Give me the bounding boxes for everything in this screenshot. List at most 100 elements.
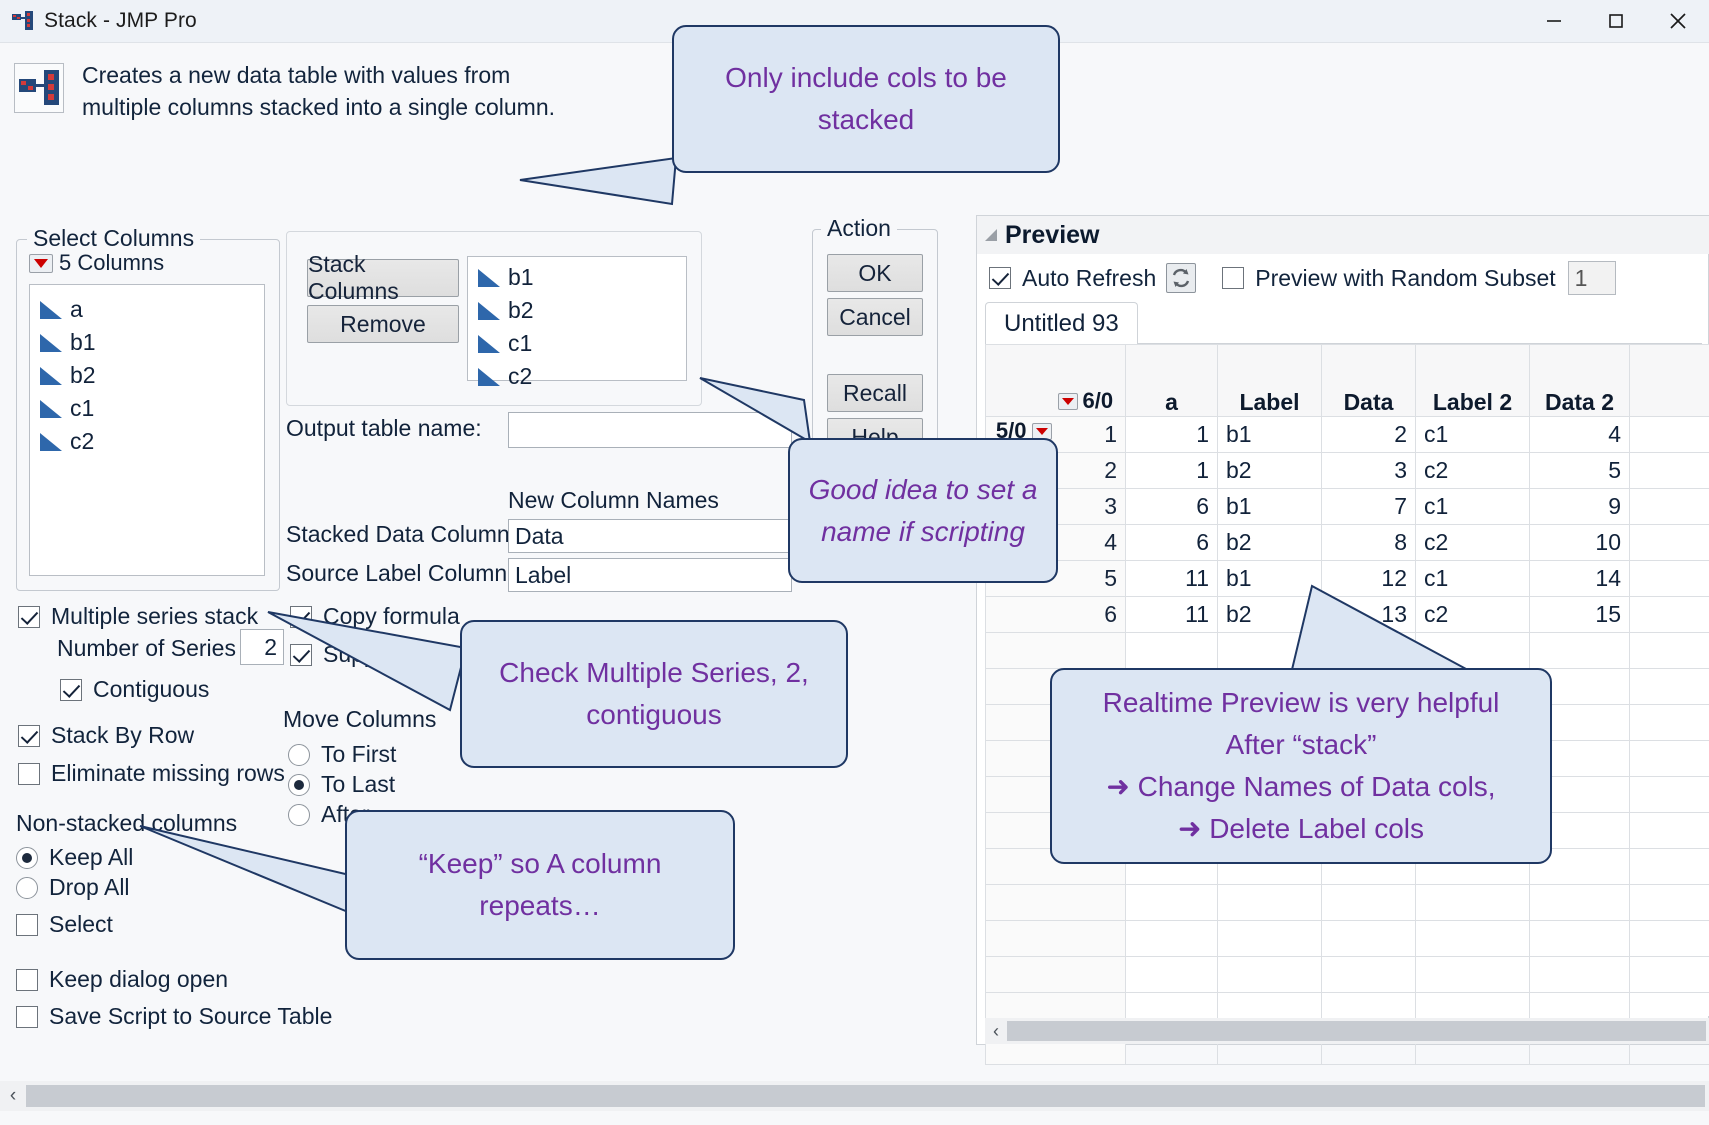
cancel-button[interactable]: Cancel [827, 298, 923, 336]
grid-corner-cell[interactable]: 5/0 6/0 [985, 344, 1126, 463]
column-header-data[interactable]: Data [1321, 344, 1416, 417]
empty-cell [985, 956, 1126, 993]
select-checkbox[interactable]: Select [16, 911, 113, 938]
scroll-thumb[interactable] [26, 1085, 1705, 1107]
refresh-icon[interactable] [1166, 263, 1197, 293]
maximize-button[interactable] [1585, 0, 1647, 42]
source-label-column-input[interactable] [508, 558, 792, 592]
column-header-filler [1629, 344, 1709, 417]
stack-column-label: b1 [508, 264, 534, 290]
cell-label-2[interactable]: c2 [1415, 524, 1530, 561]
cell-data-2[interactable]: 15 [1529, 596, 1630, 633]
auto-refresh-checkbox[interactable]: Auto Refresh [989, 265, 1156, 292]
drop-all-radio[interactable]: Drop All [16, 874, 130, 901]
ok-button[interactable]: OK [827, 254, 923, 292]
cell-a[interactable]: 6 [1125, 524, 1218, 561]
keep-dialog-open-checkbox[interactable]: Keep dialog open [16, 966, 228, 993]
cell-filler[interactable] [1629, 452, 1709, 489]
list-item[interactable]: b2 [468, 294, 686, 327]
cell-label[interactable]: b2 [1217, 524, 1322, 561]
minimize-button[interactable] [1523, 0, 1585, 42]
cell-filler[interactable] [1629, 596, 1709, 633]
empty-cell [1415, 884, 1530, 921]
cell-label-2[interactable]: c2 [1415, 452, 1530, 489]
cell-data-2[interactable]: 4 [1529, 416, 1630, 453]
row-number-cell[interactable]: 6 [985, 596, 1126, 633]
move-to-last-radio[interactable]: To Last [288, 771, 395, 798]
stacked-data-column-input[interactable] [508, 519, 792, 553]
random-subset-input[interactable]: 1 [1567, 261, 1616, 295]
cell-filler[interactable] [1629, 560, 1709, 597]
remove-button[interactable]: Remove [307, 305, 459, 343]
save-script-to-source-table-checkbox[interactable]: Save Script to Source Table [16, 1003, 332, 1030]
list-item[interactable]: a [30, 293, 264, 326]
callout-four-tail [139, 812, 370, 922]
cell-label[interactable]: b2 [1217, 452, 1322, 489]
grid-rows-count[interactable]: 6/0 [1057, 388, 1113, 414]
list-item[interactable]: c1 [468, 327, 686, 360]
contiguous-checkbox[interactable]: Contiguous [60, 676, 209, 703]
list-item[interactable]: b1 [30, 326, 264, 359]
table-row[interactable]: 2 1 b2 3 c2 5 [985, 452, 1709, 489]
table-row[interactable]: 3 6 b1 7 c1 9 [985, 488, 1709, 525]
scroll-left-icon[interactable]: ‹ [0, 1085, 26, 1107]
list-item[interactable]: c1 [30, 392, 264, 425]
cell-a[interactable]: 11 [1125, 560, 1218, 597]
grid-horizontal-scrollbar[interactable]: ‹ [985, 1018, 1709, 1044]
cell-filler[interactable] [1629, 488, 1709, 525]
stack-columns-listbox[interactable]: b1 b2 c1 c2 [467, 256, 687, 389]
stack-icon [14, 63, 64, 113]
cell-data-2[interactable]: 9 [1529, 488, 1630, 525]
keep-all-radio[interactable]: Keep All [16, 844, 133, 871]
move-to-first-radio[interactable]: To First [288, 741, 396, 768]
column-header-label[interactable]: Label [1217, 344, 1322, 417]
source-columns-listbox[interactable]: a b1 b2 c1 c2 [29, 284, 265, 576]
dialog-horizontal-scrollbar[interactable]: ‹ [0, 1081, 1709, 1111]
cell-data[interactable]: 7 [1321, 488, 1416, 525]
red-triangle-menu-icon[interactable] [1057, 392, 1078, 410]
cell-label-2[interactable]: c1 [1415, 488, 1530, 525]
empty-cell [1629, 668, 1709, 705]
cell-data-2[interactable]: 10 [1529, 524, 1630, 561]
list-item[interactable]: b2 [30, 359, 264, 392]
scroll-left-icon[interactable]: ‹ [985, 1021, 1007, 1042]
close-button[interactable] [1647, 0, 1709, 42]
table-row-empty [985, 956, 1709, 993]
cell-label-2[interactable]: c1 [1415, 416, 1530, 453]
column-header-label-2[interactable]: Label 2 [1415, 344, 1530, 417]
cell-a[interactable]: 11 [1125, 596, 1218, 633]
preview-random-subset-checkbox[interactable]: Preview with Random Subset [1222, 265, 1556, 292]
tab-untitled-93[interactable]: Untitled 93 [985, 302, 1138, 344]
cell-filler[interactable] [1629, 416, 1709, 453]
eliminate-missing-rows-checkbox[interactable]: Eliminate missing rows [18, 760, 285, 787]
red-triangle-menu-icon[interactable] [1031, 422, 1052, 440]
red-triangle-menu-icon[interactable] [29, 253, 53, 273]
cell-a[interactable]: 6 [1125, 488, 1218, 525]
disclosure-triangle-icon[interactable] [985, 229, 997, 241]
cell-label[interactable]: b1 [1217, 488, 1322, 525]
list-item[interactable]: c2 [468, 360, 686, 393]
cell-a[interactable]: 1 [1125, 416, 1218, 453]
list-item[interactable]: c2 [30, 425, 264, 458]
column-header-data-2[interactable]: Data 2 [1529, 344, 1630, 417]
list-item[interactable]: b1 [468, 261, 686, 294]
scroll-thumb[interactable] [1007, 1021, 1706, 1041]
recall-button[interactable]: Recall [827, 374, 923, 412]
stack-column-label: c2 [508, 363, 533, 389]
cell-data-2[interactable]: 14 [1529, 560, 1630, 597]
contiguous-label: Contiguous [93, 676, 210, 702]
table-row[interactable]: 4 6 b2 8 c2 10 [985, 524, 1709, 561]
stack-by-row-checkbox[interactable]: Stack By Row [18, 722, 194, 749]
cell-data[interactable]: 2 [1321, 416, 1416, 453]
cell-filler[interactable] [1629, 524, 1709, 561]
empty-cell [1217, 956, 1322, 993]
cell-a[interactable]: 1 [1125, 452, 1218, 489]
column-header-a[interactable]: a [1125, 344, 1218, 417]
multiple-series-stack-checkbox[interactable]: Multiple series stack [18, 603, 258, 630]
cell-data[interactable]: 3 [1321, 452, 1416, 489]
cell-data-2[interactable]: 5 [1529, 452, 1630, 489]
table-row[interactable]: 1 1 b1 2 c1 4 [985, 416, 1709, 453]
stack-columns-button[interactable]: Stack Columns [307, 251, 459, 304]
cell-label[interactable]: b1 [1217, 416, 1322, 453]
cell-data[interactable]: 8 [1321, 524, 1416, 561]
